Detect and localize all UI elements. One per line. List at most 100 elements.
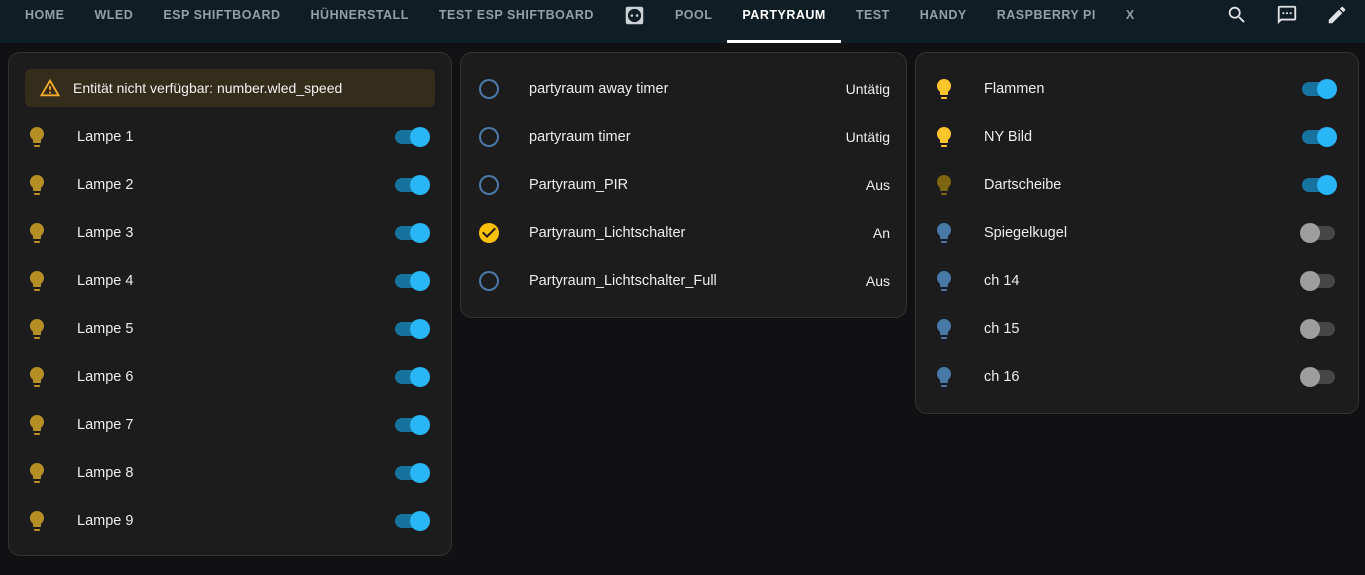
entity-name: ch 15	[984, 321, 1020, 337]
entity-row[interactable]: Lampe 8	[9, 449, 451, 497]
entity-name: Partyraum_Lichtschalter_Full	[529, 273, 717, 289]
entity-state: Untätig	[845, 129, 890, 145]
toggle-switch[interactable]	[1300, 175, 1337, 195]
toggle-switch[interactable]	[393, 367, 430, 387]
search-icon	[1226, 4, 1248, 26]
entity-row[interactable]: Lampe 6	[9, 353, 451, 401]
entity-name: partyraum away timer	[529, 81, 669, 97]
tab-handy[interactable]: HANDY	[905, 0, 982, 43]
toggle-knob	[1300, 367, 1320, 387]
tab-power-socket[interactable]	[609, 0, 660, 43]
alert-icon	[39, 77, 61, 99]
lightbulb-icon[interactable]	[25, 269, 49, 293]
entity-row[interactable]: partyraum away timer Untätig	[461, 65, 906, 113]
lightbulb-icon[interactable]	[932, 365, 956, 389]
lightbulb-icon[interactable]	[932, 317, 956, 341]
lightbulb-icon[interactable]	[25, 125, 49, 149]
tab-esp-shiftboard[interactable]: ESP SHIFTBOARD	[148, 0, 295, 43]
card-lights-right: Flammen NY Bild Dartscheibe Spiegelkugel…	[915, 52, 1359, 414]
lightbulb-icon[interactable]	[932, 77, 956, 101]
entity-name: ch 16	[984, 369, 1020, 385]
entity-row[interactable]: Lampe 2	[9, 161, 451, 209]
toggle-knob	[410, 511, 430, 531]
toggle-knob	[410, 319, 430, 339]
toggle-switch[interactable]	[393, 127, 430, 147]
toggle-switch[interactable]	[393, 175, 430, 195]
toggle-knob	[1317, 127, 1337, 147]
search-button[interactable]	[1225, 4, 1249, 28]
entity-name: Lampe 2	[77, 177, 134, 193]
entity-name: NY Bild	[984, 129, 1033, 145]
entity-row[interactable]: ch 15	[916, 305, 1358, 353]
toggle-switch[interactable]	[393, 319, 430, 339]
tab-bar: HOME WLED ESP SHIFTBOARD HÜHNERSTALL TES…	[10, 0, 1225, 43]
entity-row[interactable]: ch 14	[916, 257, 1358, 305]
tab-test[interactable]: TEST	[841, 0, 905, 43]
entity-row[interactable]: Spiegelkugel	[916, 209, 1358, 257]
entity-row[interactable]: partyraum timer Untätig	[461, 113, 906, 161]
assist-button[interactable]	[1275, 4, 1299, 28]
tab-raspberry-pi[interactable]: RASPBERRY PI	[982, 0, 1111, 43]
entity-row[interactable]: Lampe 7	[9, 401, 451, 449]
toggle-switch[interactable]	[393, 511, 430, 531]
toggle-switch[interactable]	[1300, 367, 1337, 387]
entity-row[interactable]: Partyraum_PIR Aus	[461, 161, 906, 209]
toggle-switch[interactable]	[393, 223, 430, 243]
circle-outline-icon[interactable]	[477, 125, 501, 149]
lightbulb-icon[interactable]	[25, 317, 49, 341]
lightbulb-icon[interactable]	[932, 269, 956, 293]
circle-outline-icon[interactable]	[477, 77, 501, 101]
entity-state: Aus	[865, 177, 890, 193]
entity-row[interactable]: Partyraum_Lichtschalter An	[461, 209, 906, 257]
lightbulb-icon[interactable]	[25, 461, 49, 485]
tab-wled[interactable]: WLED	[80, 0, 149, 43]
entity-row[interactable]: Lampe 3	[9, 209, 451, 257]
circle-outline-icon[interactable]	[477, 269, 501, 293]
entity-name: Lampe 1	[77, 129, 134, 145]
tab-home[interactable]: HOME	[10, 0, 80, 43]
tab-test-esp-shiftboard[interactable]: TEST ESP SHIFTBOARD	[424, 0, 609, 43]
toggle-knob	[410, 367, 430, 387]
entity-row[interactable]: NY Bild	[916, 113, 1358, 161]
entity-row[interactable]: Lampe 4	[9, 257, 451, 305]
entity-row[interactable]: Lampe 1	[9, 113, 451, 161]
toggle-switch[interactable]	[1300, 319, 1337, 339]
toggle-switch[interactable]	[393, 415, 430, 435]
header-actions	[1225, 0, 1365, 31]
entity-row[interactable]: ch 16	[916, 353, 1358, 401]
tab-partyraum[interactable]: PARTYRAUM	[727, 0, 841, 43]
entity-name: Partyraum_PIR	[529, 177, 629, 193]
toggle-knob	[1317, 175, 1337, 195]
lightbulb-icon[interactable]	[932, 221, 956, 245]
lightbulb-icon[interactable]	[25, 509, 49, 533]
toggle-knob	[1300, 223, 1320, 243]
toggle-switch[interactable]	[393, 271, 430, 291]
entity-row[interactable]: Dartscheibe	[916, 161, 1358, 209]
entity-row[interactable]: Lampe 5	[9, 305, 451, 353]
toggle-switch[interactable]	[393, 463, 430, 483]
toggle-switch[interactable]	[1300, 127, 1337, 147]
tab-huehnerstall[interactable]: HÜHNERSTALL	[296, 0, 424, 43]
toggle-switch[interactable]	[1300, 79, 1337, 99]
toggle-switch[interactable]	[1300, 223, 1337, 243]
entity-row[interactable]: Lampe 9	[9, 497, 451, 545]
entity-row[interactable]: Flammen	[916, 65, 1358, 113]
circle-outline-icon[interactable]	[477, 173, 501, 197]
entity-name: Spiegelkugel	[984, 225, 1068, 241]
lightbulb-icon[interactable]	[25, 365, 49, 389]
lightbulb-icon[interactable]	[932, 125, 956, 149]
entity-row[interactable]: Partyraum_Lichtschalter_Full Aus	[461, 257, 906, 305]
toggle-switch[interactable]	[1300, 271, 1337, 291]
check-circle-icon[interactable]	[477, 221, 501, 245]
lightbulb-icon[interactable]	[25, 173, 49, 197]
lightbulb-icon[interactable]	[25, 413, 49, 437]
toggle-knob	[410, 463, 430, 483]
lightbulb-icon[interactable]	[932, 173, 956, 197]
tab-pool[interactable]: POOL	[660, 0, 727, 43]
toggle-knob	[410, 175, 430, 195]
toggle-knob	[410, 223, 430, 243]
edit-dashboard-button[interactable]	[1325, 4, 1349, 28]
tab-x[interactable]: X	[1111, 0, 1150, 43]
toggle-knob	[1300, 319, 1320, 339]
lightbulb-icon[interactable]	[25, 221, 49, 245]
